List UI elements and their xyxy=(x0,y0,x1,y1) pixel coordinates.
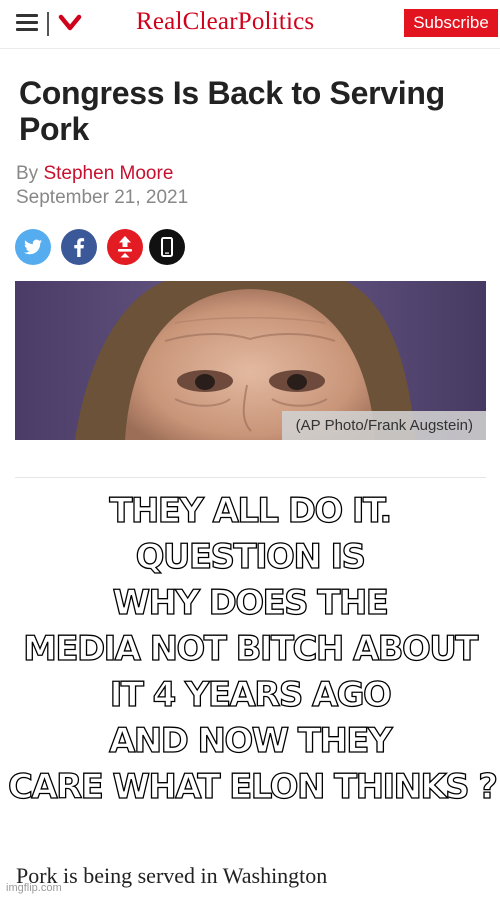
meme-caption: THEY ALL DO IT. QUESTION IS WHY DOES THE… xyxy=(7,488,498,810)
publish-date: September 21, 2021 xyxy=(16,187,189,208)
phone-icon xyxy=(161,237,173,257)
meme-line: MEDIA NOT BITCH ABOUT xyxy=(22,628,479,669)
meme-line: IT 4 YEARS AGO xyxy=(109,674,392,715)
byline: By Stephen Moore xyxy=(16,163,173,185)
site-logo[interactable]: RealClearPolitics xyxy=(136,8,314,36)
imgflip-watermark: imgflip.com xyxy=(6,882,62,894)
twitter-icon xyxy=(24,239,42,255)
meme-line: THEY ALL DO IT. xyxy=(109,490,393,531)
meme-line: AND NOW THEY xyxy=(108,720,393,761)
chevron-down-icon[interactable] xyxy=(58,13,82,33)
subscribe-button[interactable]: Subscribe xyxy=(404,9,498,37)
header-divider xyxy=(47,12,49,36)
reddit-share-button[interactable] xyxy=(107,229,143,265)
content-divider xyxy=(15,477,486,478)
byline-prefix: By xyxy=(16,163,39,184)
phone-share-button[interactable] xyxy=(149,229,185,265)
twitter-share-button[interactable] xyxy=(15,229,51,265)
article-headline: Congress Is Back to Serving Pork xyxy=(19,75,445,147)
reddit-icon xyxy=(118,236,132,258)
author-link[interactable]: Stephen Moore xyxy=(43,163,173,184)
facebook-share-button[interactable] xyxy=(61,229,97,265)
photo-caption: (AP Photo/Frank Augstein) xyxy=(281,411,486,440)
hamburger-menu-icon[interactable] xyxy=(16,14,38,32)
meme-line: QUESTION IS xyxy=(135,536,367,577)
article-body-first-line: Pork is being served in Washington xyxy=(16,863,328,888)
article-photo: (AP Photo/Frank Augstein) xyxy=(15,281,486,440)
meme-line: WHY DOES THE xyxy=(112,582,390,623)
facebook-icon xyxy=(74,238,85,257)
top-navigation-bar: RealClearPolitics Subscribe xyxy=(0,0,500,49)
meme-line: CARE WHAT ELON THINKS ? xyxy=(7,766,498,807)
